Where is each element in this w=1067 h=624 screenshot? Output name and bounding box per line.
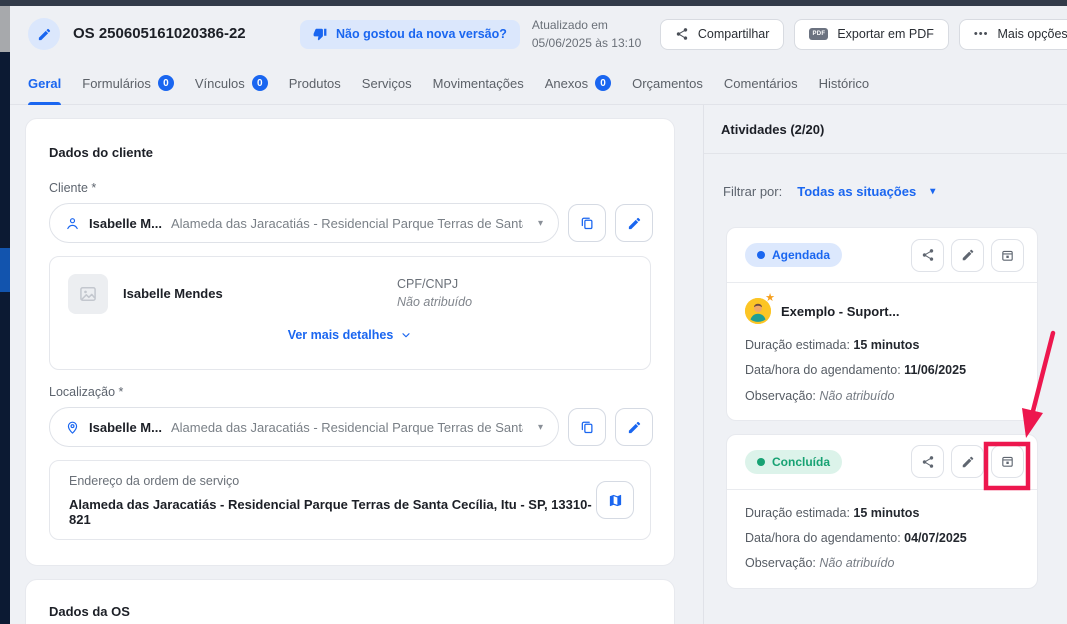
ellipsis-icon: •••: [973, 28, 989, 40]
activity-card-agendada: Agendada ★ Exemplo - Suport... Duração e…: [726, 227, 1038, 421]
more-details-link[interactable]: Ver mais detalhes: [68, 328, 632, 342]
client-summary-box: Isabelle Mendes CPF/CNPJ Não atribuído V…: [49, 256, 651, 370]
app-sidebar-rail: [0, 6, 10, 624]
thumbs-down-icon: [313, 27, 327, 41]
copy-cliente-button[interactable]: [568, 204, 606, 242]
activity-title: Exemplo - Suport...: [781, 303, 900, 319]
cliente-select[interactable]: Isabelle M... Alameda das Jaracatiás - R…: [49, 203, 559, 243]
localizacao-select[interactable]: Isabelle M... Alameda das Jaracatiás - R…: [49, 407, 559, 447]
activity-observation: Observação: Não atribuído: [745, 388, 895, 403]
share-activity-button[interactable]: [911, 445, 944, 479]
localizacao-field-label: Localização *: [49, 385, 124, 399]
tab-movimentacoes[interactable]: Movimentações: [433, 62, 524, 104]
share-button[interactable]: Compartilhar: [659, 18, 785, 50]
cliente-field-label: Cliente *: [49, 181, 97, 195]
filter-label: Filtrar por:: [723, 184, 783, 199]
tab-formularios[interactable]: Formulários 0: [82, 62, 174, 104]
feedback-button[interactable]: Não gostou da nova versão?: [300, 19, 520, 49]
tab-comentarios[interactable]: Comentários: [724, 62, 798, 104]
copy-localizacao-button[interactable]: [568, 408, 606, 446]
tab-orcamentos[interactable]: Orçamentos: [632, 62, 703, 104]
tab-vinculos[interactable]: Vínculos 0: [195, 62, 268, 104]
situation-filter-dropdown[interactable]: Todas as situações ▾: [797, 184, 935, 199]
os-card-title: Dados da OS: [49, 604, 130, 619]
count-badge: 0: [157, 75, 174, 91]
activity-date: Data/hora do agendamento: 04/07/2025: [745, 531, 967, 545]
pdf-icon: PDF: [809, 28, 829, 40]
status-dot: [757, 457, 765, 466]
client-name: Isabelle Mendes: [123, 286, 223, 301]
pencil-icon: [37, 27, 52, 42]
copy-icon: [579, 215, 595, 231]
export-pdf-button[interactable]: PDF Exportar em PDF: [794, 18, 949, 50]
caret-down-icon: ▾: [930, 186, 936, 197]
status-dot: [757, 251, 765, 259]
edit-cliente-button[interactable]: [615, 204, 653, 242]
client-photo-placeholder: [68, 274, 108, 314]
pencil-icon: [961, 248, 975, 262]
schedule-activity-button[interactable]: [991, 445, 1024, 479]
page-title: OS 250605161020386-22: [73, 25, 246, 43]
caret-down-icon: ▾: [537, 421, 543, 433]
caret-down-icon: ▾: [537, 217, 543, 229]
image-icon: [78, 284, 98, 304]
open-map-button[interactable]: [596, 481, 634, 519]
map-icon: [608, 493, 623, 508]
share-icon: [921, 455, 935, 469]
browser-top-strip: [0, 0, 1067, 6]
edit-localizacao-button[interactable]: [615, 408, 653, 446]
tab-historico[interactable]: Histórico: [819, 62, 870, 104]
os-header: OS 250605161020386-22 Não gostou da nova…: [10, 6, 1067, 62]
share-activity-button[interactable]: [911, 238, 944, 272]
client-card-title: Dados do cliente: [49, 145, 154, 160]
updated-at-text: Atualizado em 05/06/2025 às 13:10: [531, 18, 642, 50]
client-data-card: Dados do cliente Cliente * Isabelle M...…: [25, 118, 675, 566]
pencil-icon: [961, 455, 975, 469]
cpf-value: Não atribuído: [397, 295, 473, 309]
cpf-label: CPF/CNPJ: [397, 277, 459, 291]
activity-duration: Duração estimada: 15 minutos: [745, 338, 920, 352]
activity-observation: Observação: Não atribuído: [745, 556, 895, 571]
os-data-card: Dados da OS: [25, 579, 675, 624]
edit-activity-button[interactable]: [951, 238, 984, 272]
location-pin-icon: [65, 420, 80, 435]
pencil-icon: [627, 216, 642, 231]
activity-duration: Duração estimada: 15 minutos: [745, 505, 920, 520]
tab-servicos[interactable]: Serviços: [362, 62, 412, 104]
share-icon: [921, 248, 935, 262]
service-address-box: Endereço da ordem de serviço Alameda das…: [49, 460, 651, 540]
activity-avatar: ★: [745, 293, 775, 324]
sidebar-rail-active-segment: [0, 248, 10, 292]
calendar-icon: [1000, 454, 1015, 469]
tab-produtos[interactable]: Produtos: [289, 62, 341, 104]
calendar-icon: [1000, 248, 1015, 263]
edit-activity-button[interactable]: [951, 445, 984, 479]
activity-card-concluida: Concluída Duração estimada: 15 minutos D…: [726, 433, 1038, 589]
main-content: Dados do cliente Cliente * Isabelle M...…: [10, 105, 1067, 624]
activities-title: Atividades (2/20): [721, 122, 825, 137]
pencil-icon: [627, 420, 642, 435]
status-badge: Agendada: [745, 243, 843, 267]
more-options-button[interactable]: ••• Mais opções: [958, 18, 1067, 50]
address-value: Alameda das Jaracatiás - Residencial Par…: [69, 496, 592, 527]
chevron-down-icon: [400, 329, 412, 341]
star-icon: ★: [765, 292, 775, 304]
edit-os-title-button[interactable]: [28, 18, 60, 50]
os-detail-page: OS 250605161020386-22 Não gostou da nova…: [10, 6, 1067, 624]
tab-anexos[interactable]: Anexos 0: [545, 62, 612, 104]
status-badge: Concluída: [745, 449, 843, 474]
activity-date: Data/hora do agendamento: 11/06/2025: [745, 363, 967, 378]
count-badge: 0: [251, 75, 268, 91]
copy-icon: [579, 419, 595, 435]
person-icon: [65, 216, 80, 231]
tab-bar: Geral Formulários 0 Vínculos 0 Produtos Se…: [10, 62, 1067, 105]
share-icon: [675, 27, 689, 41]
count-badge: 0: [595, 75, 612, 91]
schedule-activity-button[interactable]: [991, 238, 1024, 272]
tab-geral[interactable]: Geral: [28, 62, 62, 105]
activities-panel: Atividades (2/20) Filtrar por: Todas as …: [704, 105, 1067, 624]
left-column: Dados do cliente Cliente * Isabelle M...…: [10, 105, 703, 624]
address-label: Endereço da ordem de serviço: [69, 473, 240, 488]
sidebar-rail-top-segment: [0, 6, 10, 52]
